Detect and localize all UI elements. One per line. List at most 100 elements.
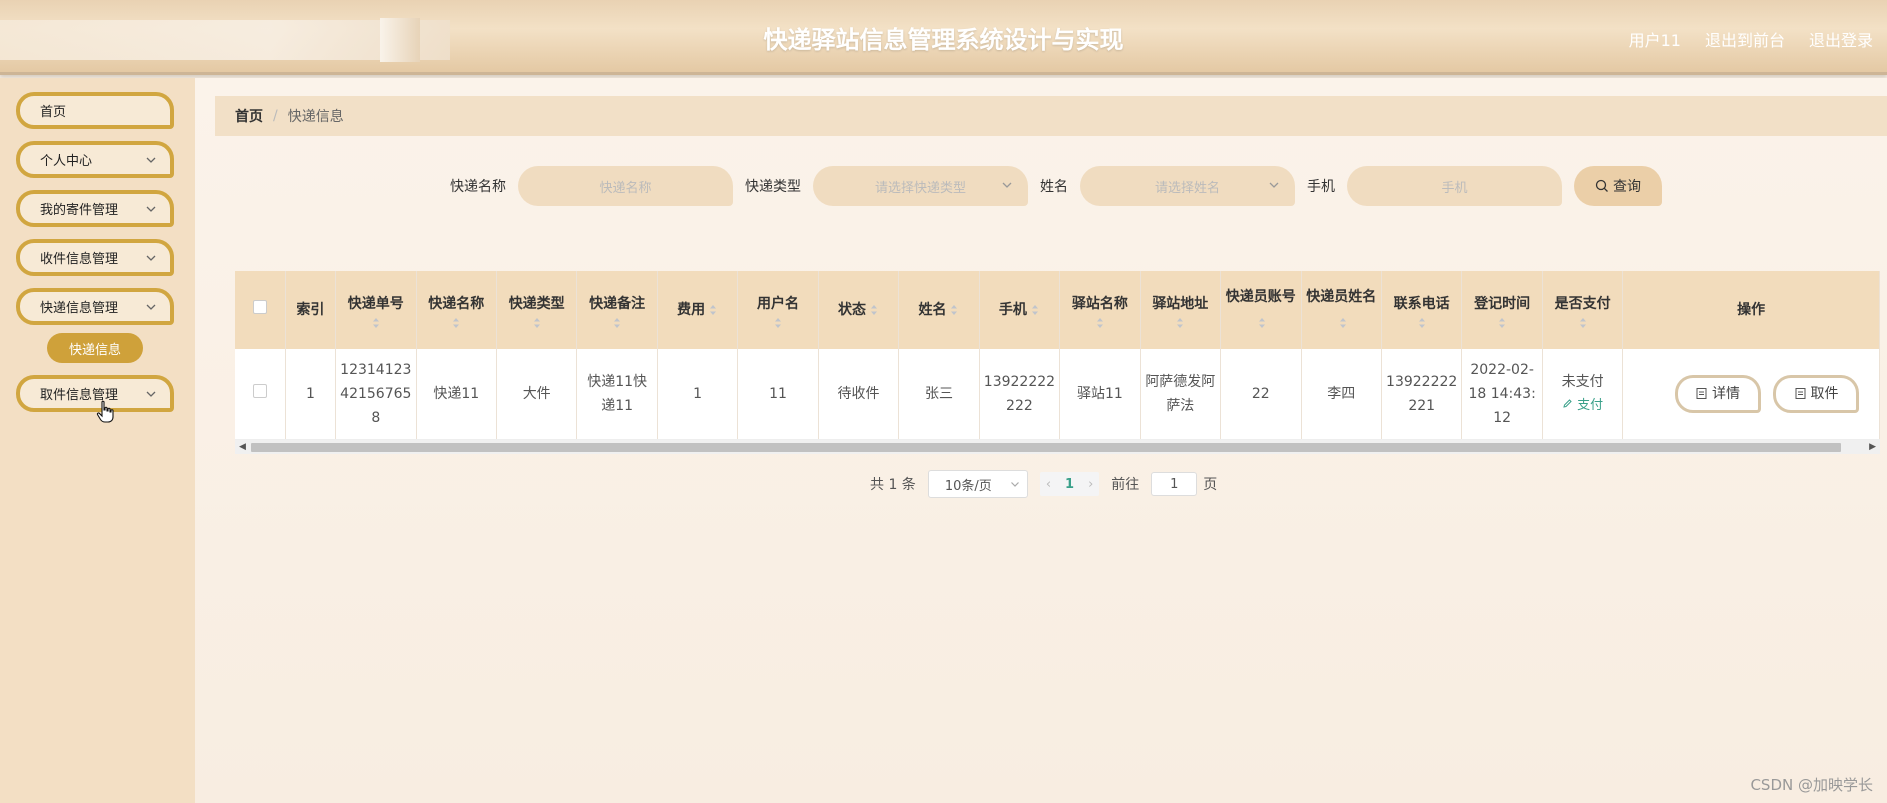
cell-actions: 详情 取件 bbox=[1622, 349, 1880, 440]
table-header-row: 索引 快递单号 快递名称 快递类型 快递备注 费用 用户名 状态 姓名 手机 驿… bbox=[235, 271, 1880, 349]
col-header-reg-time[interactable]: 登记时间 bbox=[1461, 271, 1543, 349]
col-header-fee[interactable]: 费用 bbox=[657, 271, 739, 349]
sort-icon[interactable] bbox=[371, 317, 381, 329]
col-header-label: 手机 bbox=[998, 302, 1027, 318]
scroll-right-icon[interactable]: ▶ bbox=[1869, 442, 1876, 452]
logout-link[interactable]: 退出登录 bbox=[1809, 27, 1873, 51]
express-name-input[interactable]: 快递名称 bbox=[518, 166, 733, 206]
sort-icon[interactable] bbox=[1417, 317, 1427, 329]
sidebar-item-my-sending[interactable]: 我的寄件管理 bbox=[16, 190, 174, 227]
col-header-tracking[interactable]: 快递单号 bbox=[335, 271, 417, 349]
sort-icon[interactable] bbox=[708, 304, 718, 316]
cell-type: 大件 bbox=[496, 349, 578, 440]
sidebar-item-pickup[interactable]: 取件信息管理 bbox=[16, 375, 174, 412]
cell-username: 11 bbox=[737, 349, 819, 440]
sort-icon[interactable] bbox=[1030, 304, 1040, 316]
col-header-courier-name[interactable]: 快递员姓名 bbox=[1301, 271, 1382, 349]
col-header-address[interactable]: 驿站地址 bbox=[1140, 271, 1222, 349]
sort-icon[interactable] bbox=[451, 317, 461, 329]
paid-status: 未支付 bbox=[1561, 373, 1604, 390]
search-button[interactable]: 查询 bbox=[1574, 166, 1662, 206]
sort-icon[interactable] bbox=[1257, 317, 1267, 329]
col-header-contact[interactable]: 联系电话 bbox=[1381, 271, 1463, 349]
scrollbar-thumb[interactable] bbox=[251, 442, 1841, 452]
sidebar-item-label: 我的寄件管理 bbox=[40, 203, 119, 218]
detail-button[interactable]: 详情 bbox=[1674, 374, 1761, 413]
breadcrumb-home[interactable]: 首页 bbox=[235, 106, 263, 126]
col-header-username[interactable]: 用户名 bbox=[737, 271, 819, 349]
page-nav: ‹ 1 › bbox=[1039, 472, 1100, 496]
page-number[interactable]: 1 bbox=[1065, 477, 1074, 492]
chevron-down-icon bbox=[1010, 482, 1019, 487]
pagination: 共 1 条 10条/页 ‹ 1 › 前往 1 页 bbox=[870, 470, 1217, 498]
sort-icon[interactable] bbox=[949, 304, 959, 316]
next-page-icon[interactable]: › bbox=[1088, 477, 1093, 492]
horizontal-scrollbar[interactable]: ◀ ▶ bbox=[235, 439, 1880, 454]
scroll-left-icon[interactable]: ◀ bbox=[239, 442, 246, 452]
col-header-station[interactable]: 驿站名称 bbox=[1059, 271, 1141, 349]
breadcrumb: 首页 / 快递信息 bbox=[215, 96, 1887, 136]
goto-page-input[interactable]: 1 bbox=[1151, 472, 1198, 496]
sort-icon[interactable] bbox=[1175, 317, 1185, 329]
col-header-label: 状态 bbox=[838, 302, 866, 318]
col-header-label: 快递单号 bbox=[347, 296, 404, 312]
table-row: 1 12314123421567658 快递11 大件 快递11快递11 1 1… bbox=[235, 349, 1880, 440]
sidebar-item-home[interactable]: 首页 bbox=[16, 92, 174, 129]
chevron-down-icon bbox=[1269, 182, 1279, 188]
detail-button-label: 详情 bbox=[1712, 385, 1741, 402]
main-content: 首页 / 快递信息 快递名称 快递名称 快递类型 请选择快递类型 姓名 请选择姓… bbox=[195, 78, 1887, 803]
sort-icon[interactable] bbox=[1338, 317, 1348, 329]
user-name[interactable]: 用户11 bbox=[1629, 27, 1681, 51]
col-header-name[interactable]: 快递名称 bbox=[416, 271, 497, 349]
header-actions: 用户11 退出到前台 退出登录 bbox=[1629, 27, 1873, 51]
sort-icon[interactable] bbox=[1578, 317, 1588, 329]
cell-paid: 未支付 支付 bbox=[1542, 349, 1624, 440]
pay-link[interactable]: 支付 bbox=[1547, 394, 1618, 418]
sort-icon[interactable] bbox=[532, 317, 542, 329]
chevron-down-icon bbox=[146, 206, 156, 212]
cell-contact: 13922222221 bbox=[1381, 349, 1463, 440]
col-header-person[interactable]: 姓名 bbox=[898, 271, 980, 349]
sort-icon[interactable] bbox=[1095, 317, 1105, 329]
express-type-placeholder: 请选择快递类型 bbox=[874, 180, 966, 196]
sort-icon[interactable] bbox=[869, 304, 879, 316]
col-header-label: 是否支付 bbox=[1554, 296, 1611, 312]
sort-icon[interactable] bbox=[1497, 317, 1507, 329]
pickup-button[interactable]: 取件 bbox=[1773, 374, 1859, 413]
cell-phone: 13922222222 bbox=[979, 349, 1061, 440]
col-header-courier-account[interactable]: 快递员账号 bbox=[1220, 271, 1302, 349]
express-type-select[interactable]: 请选择快递类型 bbox=[813, 166, 1028, 206]
col-header-label: 驿站地址 bbox=[1152, 296, 1209, 312]
row-checkbox[interactable] bbox=[252, 383, 267, 398]
page-size-value: 10条/页 bbox=[944, 478, 992, 494]
cell-person: 张三 bbox=[898, 349, 980, 440]
sidebar-item-label: 首页 bbox=[40, 105, 67, 120]
sidebar-subitem-express-info[interactable]: 快递信息 bbox=[47, 333, 143, 363]
col-header-phone[interactable]: 手机 bbox=[979, 271, 1061, 349]
sidebar-item-receiving[interactable]: 收件信息管理 bbox=[16, 239, 174, 276]
breadcrumb-separator: / bbox=[273, 108, 278, 124]
person-name-select[interactable]: 请选择姓名 bbox=[1080, 166, 1295, 206]
chevron-down-icon bbox=[146, 157, 156, 163]
col-header-type[interactable]: 快递类型 bbox=[496, 271, 578, 349]
phone-input[interactable]: 手机 bbox=[1347, 166, 1562, 206]
sort-icon[interactable] bbox=[773, 317, 783, 329]
col-header-status[interactable]: 状态 bbox=[818, 271, 900, 349]
col-header-paid[interactable]: 是否支付 bbox=[1542, 271, 1624, 349]
chevron-down-icon bbox=[1002, 182, 1012, 188]
sort-icon[interactable] bbox=[612, 317, 622, 329]
page-size-select[interactable]: 10条/页 bbox=[927, 470, 1028, 498]
page-suffix: 页 bbox=[1203, 477, 1218, 493]
sidebar-item-express-info[interactable]: 快递信息管理 bbox=[16, 288, 174, 325]
col-header-actions: 操作 bbox=[1622, 271, 1880, 349]
search-button-label: 查询 bbox=[1613, 179, 1641, 195]
back-to-front-link[interactable]: 退出到前台 bbox=[1705, 27, 1785, 51]
express-name-label: 快递名称 bbox=[450, 179, 506, 195]
select-all-checkbox[interactable] bbox=[252, 300, 267, 314]
phone-label: 手机 bbox=[1307, 179, 1335, 195]
sidebar-item-personal-center[interactable]: 个人中心 bbox=[16, 141, 174, 178]
cell-address: 阿萨德发阿萨法 bbox=[1140, 349, 1222, 440]
prev-page-icon[interactable]: ‹ bbox=[1046, 477, 1051, 492]
col-header-label: 快递名称 bbox=[428, 296, 485, 312]
col-header-remark[interactable]: 快递备注 bbox=[576, 271, 658, 349]
